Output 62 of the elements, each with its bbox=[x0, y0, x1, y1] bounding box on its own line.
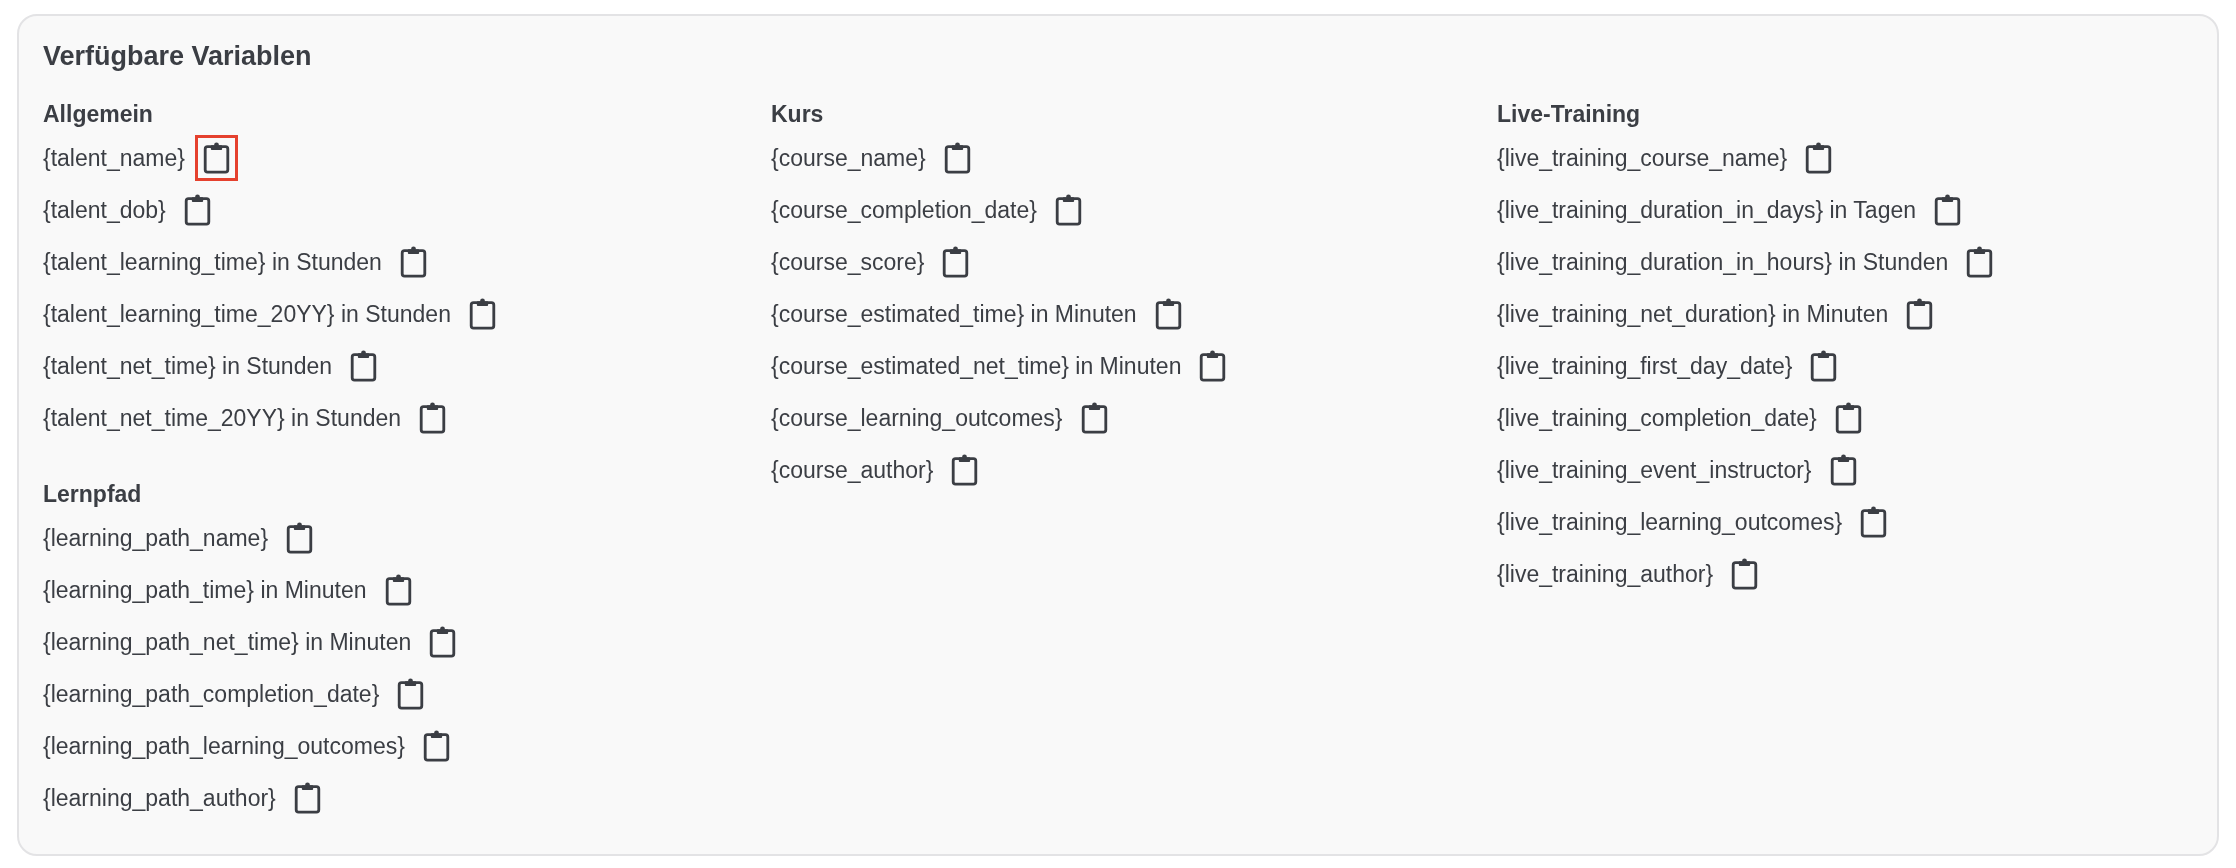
variable-text: {course_estimated_net_time} in Minuten bbox=[771, 352, 1182, 381]
clipboard-icon bbox=[468, 298, 496, 330]
clipboard-icon bbox=[399, 246, 427, 278]
variable-text: {course_score} bbox=[771, 248, 925, 277]
variable-text: {learning_path_net_time} in Minuten bbox=[43, 628, 412, 657]
section-heading: Allgemein bbox=[43, 100, 154, 129]
variable-text: {live_training_completion_date} bbox=[1497, 404, 1817, 433]
variable-text: {course_estimated_time} in Minuten bbox=[771, 300, 1137, 329]
variable-text: {learning_path_completion_date} bbox=[43, 680, 380, 709]
clipboard-icon bbox=[951, 454, 979, 486]
variable-text: {course_completion_date} bbox=[771, 196, 1037, 225]
section-heading: Lernpfad bbox=[43, 480, 143, 509]
clipboard-icon bbox=[1966, 246, 1994, 278]
clipboard-icon bbox=[286, 522, 314, 554]
clipboard-icon bbox=[1805, 142, 1833, 174]
clipboard-icon bbox=[1860, 506, 1888, 538]
clipboard-icon bbox=[202, 142, 230, 174]
clipboard-icon bbox=[1810, 350, 1838, 382]
variable-text: {course_learning_outcomes} bbox=[771, 404, 1063, 433]
clipboard-icon bbox=[1829, 454, 1857, 486]
variable-text: {learning_path_time} in Minuten bbox=[43, 576, 367, 605]
clipboard-icon bbox=[1199, 350, 1227, 382]
variable-text: {course_name} bbox=[771, 144, 926, 173]
variable-text: {talent_learning_time} in Stunden bbox=[43, 248, 382, 277]
clipboard-icon bbox=[419, 402, 447, 434]
panel-title: Verfügbare Variablen bbox=[43, 40, 313, 73]
clipboard-icon bbox=[293, 782, 321, 814]
section-heading: Kurs bbox=[771, 100, 825, 129]
variable-text: {live_training_net_duration} in Minuten bbox=[1497, 300, 1889, 329]
variable-text: {live_training_first_day_date} bbox=[1497, 352, 1793, 381]
variable-text: {live_training_event_instructor} bbox=[1497, 456, 1812, 485]
variable-text: {talent_net_time} in Stunden bbox=[43, 352, 332, 381]
variable-text: {talent_dob} bbox=[43, 196, 166, 225]
clipboard-icon bbox=[384, 574, 412, 606]
clipboard-icon bbox=[1906, 298, 1934, 330]
clipboard-icon bbox=[1731, 558, 1759, 590]
clipboard-icon bbox=[183, 194, 211, 226]
variable-text: {live_training_duration_in_days} in Tagen bbox=[1497, 196, 1916, 225]
clipboard-icon bbox=[1055, 194, 1082, 226]
variable-text: {learning_path_learning_outcomes} bbox=[43, 732, 405, 761]
variable-text: {course_author} bbox=[771, 456, 934, 485]
clipboard-icon bbox=[943, 142, 971, 174]
copy-button[interactable] bbox=[194, 135, 238, 181]
variable-text: {live_training_learning_outcomes} bbox=[1497, 508, 1843, 537]
clipboard-icon bbox=[422, 730, 450, 762]
variable-text: {learning_path_author} bbox=[43, 784, 276, 813]
clipboard-icon bbox=[1934, 194, 1961, 226]
clipboard-icon bbox=[1834, 402, 1862, 434]
clipboard-icon bbox=[397, 678, 425, 710]
variable-text: {live_training_course_name} bbox=[1497, 144, 1788, 173]
variable-text: {live_training_author} bbox=[1497, 560, 1714, 589]
variable-text: {live_training_duration_in_hours} in Stunden bbox=[1497, 248, 1949, 277]
variable-text: {talent_net_time_20YY} in Stunden bbox=[43, 404, 402, 433]
variable-text: {talent_learning_time_20YY} in Stunden bbox=[43, 300, 451, 329]
clipboard-icon bbox=[1080, 402, 1108, 434]
clipboard-icon bbox=[429, 626, 457, 658]
section-heading: Live-Training bbox=[1497, 100, 1642, 129]
variable-text: {learning_path_name} bbox=[43, 524, 269, 553]
clipboard-icon bbox=[942, 246, 970, 278]
variable-text: {talent_name} bbox=[43, 144, 185, 173]
clipboard-icon bbox=[350, 350, 377, 382]
clipboard-icon bbox=[1154, 298, 1182, 330]
